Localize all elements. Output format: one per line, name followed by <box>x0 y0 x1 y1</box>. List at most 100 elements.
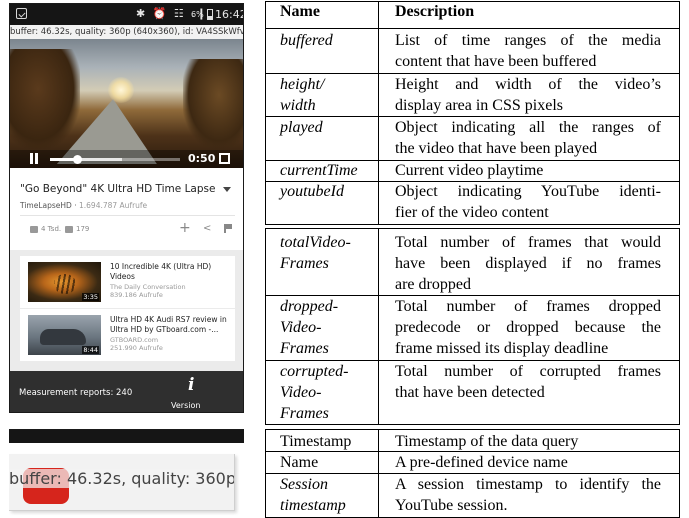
share-icon[interactable]: < <box>203 223 211 234</box>
table-rule-horizontal <box>265 181 680 182</box>
suggestion-item[interactable]: 3:35 10 Incredible 4K (Ultra HD) Videos … <box>20 256 235 308</box>
suggestion-duration: 3:35 <box>82 293 99 301</box>
description-line: Timestamp of the data query <box>395 433 579 450</box>
name-line: Video- <box>280 319 322 336</box>
divider <box>20 215 235 216</box>
table-cell-description: Total number of frames that would have be… <box>395 232 661 295</box>
name-line: height/ <box>280 76 325 93</box>
fullscreen-icon[interactable] <box>219 153 230 164</box>
description-line: predecode or dropped because the <box>395 319 661 336</box>
description-line: the video that have been played <box>395 140 598 157</box>
table-rule-vertical <box>679 1 680 225</box>
suggestion-views: 251.990 Aufrufe <box>110 344 163 352</box>
name-line: width <box>280 97 316 114</box>
channel-name[interactable]: TimeLapseHD <box>20 201 72 210</box>
table-rule-horizontal <box>265 1 680 2</box>
status-time: 16:42 <box>215 8 244 21</box>
suggestion-channel: GTBOARD.com <box>110 336 159 344</box>
seek-handle[interactable] <box>73 155 83 164</box>
name-line: buffered <box>280 32 333 49</box>
add-icon[interactable]: + <box>179 220 191 236</box>
table-cell-name: dropped- Video- Frames <box>280 296 380 359</box>
table-cell-description: Object indicating YouTube identi-fier of… <box>395 181 661 223</box>
table-rule-vertical <box>265 228 266 425</box>
table-cell-description: Height and width of the video’s display a… <box>395 74 661 116</box>
name-line: corrupted- <box>280 363 349 380</box>
name-line: Frames <box>280 405 329 422</box>
name-line: Session <box>280 476 328 493</box>
table-rule-horizontal <box>265 28 680 29</box>
video-title[interactable]: "Go Beyond" 4K Ultra HD Time Lapse <box>20 183 215 195</box>
info-icon[interactable]: i <box>188 375 194 395</box>
thumbs-down-icon[interactable] <box>65 226 73 233</box>
notification-icon <box>16 8 27 19</box>
zoom-debug-bar: buffer: 46.32s, quality: 360p <box>9 454 235 511</box>
description-line: frame missed its display deadline <box>395 340 609 357</box>
header-description: Description <box>395 3 475 20</box>
table-cell-name: youtubeId <box>280 181 380 202</box>
table-rule-horizontal <box>265 451 680 452</box>
phone-screenshot: ✱ ⏰ ☷ .❙ 6% 16:42 buffer: 46.32s, qualit… <box>9 3 244 413</box>
suggestion-thumbnail-tiger[interactable]: 3:35 <box>28 262 101 302</box>
description-line: display area in CSS pixels <box>395 97 563 114</box>
description-line: fier of the video content <box>395 204 549 221</box>
flag-icon[interactable] <box>224 224 232 233</box>
name-line: youtubeId <box>280 183 344 200</box>
suggestion-title[interactable]: Ultra HD 4K Audi RS7 review in Ultra HD … <box>110 315 235 334</box>
measurement-overlay: Measurement reports: 240 i Version <box>10 371 243 412</box>
table-cell-name: Name <box>280 452 380 473</box>
table-rule-vertical <box>265 1 266 225</box>
description-line: Object indicating YouTube identi- <box>395 183 661 200</box>
chevron-down-icon[interactable] <box>223 187 231 192</box>
table-rule-horizontal <box>265 360 680 361</box>
table-cell-description: List of time ranges of the media content … <box>395 30 661 72</box>
video-player[interactable]: 0:50 <box>10 39 243 168</box>
table-cell-description: Total number of frames dropped predecode … <box>395 296 661 359</box>
table-cell-name: Session timestamp <box>280 474 380 516</box>
description-line: YouTube session. <box>395 497 508 514</box>
table-cell-description: Current video playtime <box>395 160 661 181</box>
name-line: Timestamp <box>280 433 352 450</box>
metrics-table: Name Description buffered List of time ra… <box>265 0 680 518</box>
battery-percent: 6% <box>191 10 204 19</box>
name-line: Frames <box>280 340 329 357</box>
video-frame-sun <box>108 77 134 103</box>
description-line: content that have been buffered <box>395 53 597 70</box>
suggestion-title[interactable]: 10 Incredible 4K (Ultra HD) Videos <box>110 262 235 281</box>
dislike-count: 179 <box>76 225 90 233</box>
name-line: totalVideo- <box>280 234 351 251</box>
table-rule-horizontal <box>265 295 680 296</box>
version-button[interactable]: Version <box>171 401 200 410</box>
header-name: Name <box>280 3 320 20</box>
suggestion-item[interactable]: 8:44 Ultra HD 4K Audi RS7 review in Ultr… <box>20 309 235 361</box>
video-info: "Go Beyond" 4K Ultra HD Time Lapse TimeL… <box>10 168 243 250</box>
seek-bar[interactable] <box>50 158 180 161</box>
table-cell-description: Object indicating all the ranges of the v… <box>395 117 661 159</box>
table-rule-vertical <box>265 429 266 518</box>
description-line: Total number of frames that would <box>395 234 661 251</box>
pause-icon[interactable] <box>29 153 39 164</box>
debug-info-line: buffer: 46.32s, quality: 360p (640x360),… <box>10 25 243 39</box>
table-cell-description: Timestamp of the data query <box>395 431 661 452</box>
description-line: Object indicating all the ranges of <box>395 119 661 136</box>
suggestion-duration: 8:44 <box>82 346 99 354</box>
description-line: that have been detected <box>395 384 545 401</box>
thumbs-up-icon[interactable] <box>30 226 38 233</box>
measurement-reports: Measurement reports: 240 <box>19 388 133 398</box>
table-cell-name: currentTime <box>280 160 380 181</box>
table-rule-vertical <box>679 429 680 518</box>
table-rule-horizontal <box>265 116 680 117</box>
description-line: are dropped <box>395 276 471 293</box>
table-cell-description: Total number of corrupted frames that hav… <box>395 361 661 403</box>
table-rule-vertical <box>679 228 680 425</box>
description-line: have been displayed if no frames <box>395 255 661 272</box>
video-frame-tree-right <box>183 59 243 149</box>
table-rule-horizontal <box>265 73 680 74</box>
like-count: 4 Tsd. <box>41 225 62 233</box>
suggestion-channel: The Daily Conversation <box>110 283 186 291</box>
suggestion-thumbnail-car[interactable]: 8:44 <box>28 315 101 355</box>
suggestion-views: 839.186 Aufrufe <box>110 291 163 299</box>
table-cell-description: A pre-defined device name <box>395 452 661 473</box>
player-controls: 0:50 <box>10 150 243 168</box>
zoomed-debug-crop: buffer: 46.32s, quality: 360p <box>9 429 244 516</box>
